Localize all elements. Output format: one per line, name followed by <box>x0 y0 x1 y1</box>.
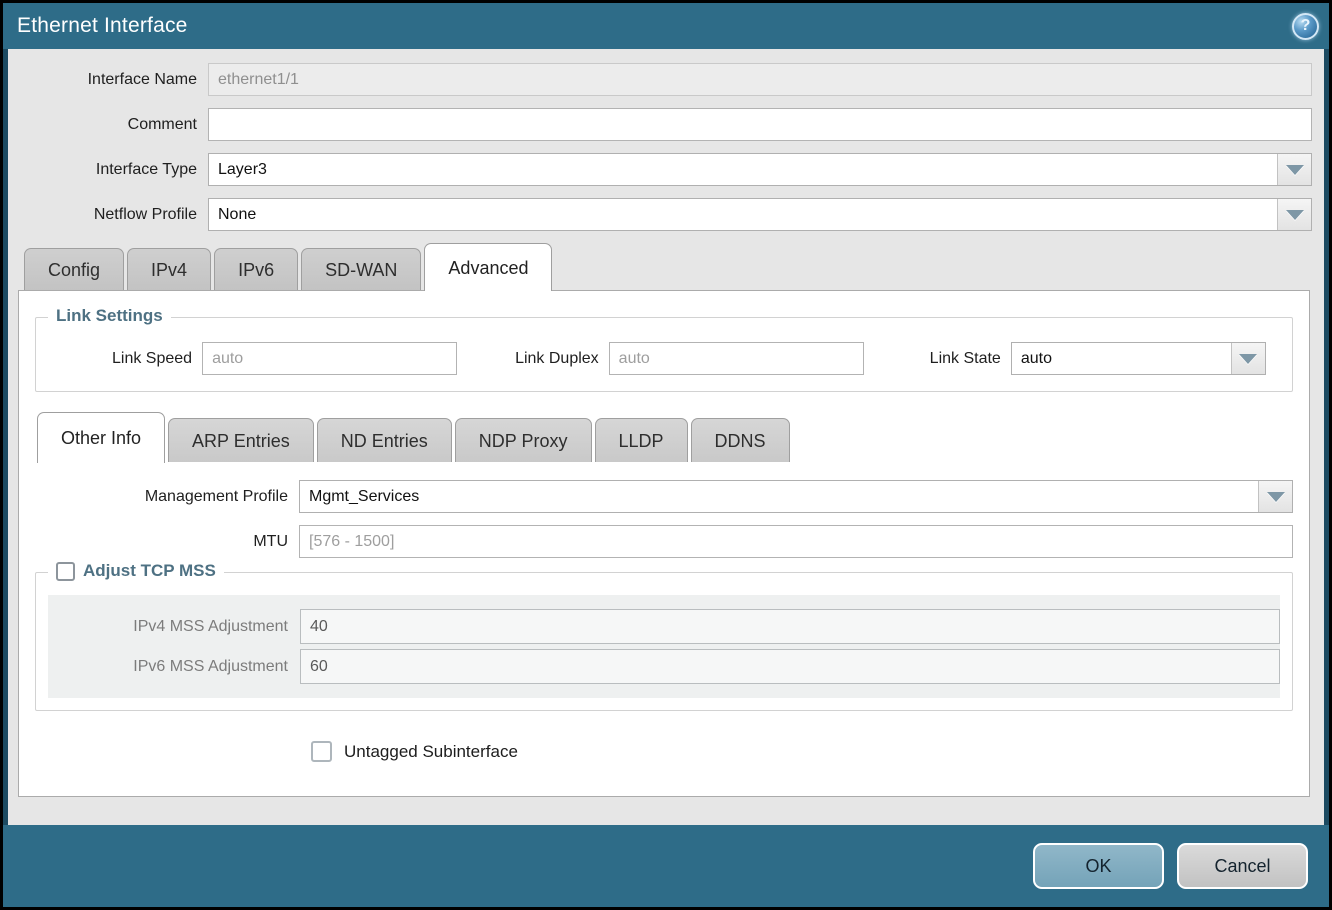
other-info-panel: Management Profile Mgmt_Services MTU Adj… <box>35 480 1293 762</box>
chevron-down-icon <box>1286 210 1304 220</box>
chevron-down-icon <box>1286 165 1304 175</box>
link-speed-label: Link Speed <box>112 350 202 368</box>
ok-button[interactable]: OK <box>1033 843 1164 889</box>
interface-type-label: Interface Type <box>18 161 208 179</box>
ipv6-mss-row: IPv6 MSS Adjustment <box>48 649 1280 684</box>
subtab-nd-entries[interactable]: ND Entries <box>317 418 452 462</box>
untagged-subinterface-label: Untagged Subinterface <box>344 742 518 762</box>
link-duplex-label: Link Duplex <box>515 350 609 368</box>
link-state-group: Link State auto <box>930 342 1266 375</box>
adjust-tcp-mss-legend-text: Adjust TCP MSS <box>83 561 216 581</box>
netflow-profile-row: Netflow Profile None <box>18 198 1312 231</box>
link-settings-fieldset: Link Settings Link Speed Link Duplex Lin… <box>35 317 1293 392</box>
tab-config[interactable]: Config <box>24 248 124 290</box>
interface-name-row: Interface Name <box>18 63 1312 96</box>
cancel-button[interactable]: Cancel <box>1177 843 1308 889</box>
interface-type-dropdown[interactable]: Layer3 <box>208 153 1312 186</box>
subtab-arp-entries[interactable]: ARP Entries <box>168 418 314 462</box>
link-duplex-group: Link Duplex <box>515 342 864 375</box>
management-profile-dropdown-button[interactable] <box>1258 481 1292 512</box>
netflow-profile-value: None <box>209 199 1277 230</box>
tab-sdwan[interactable]: SD-WAN <box>301 248 421 290</box>
adjust-tcp-mss-checkbox[interactable] <box>56 562 75 581</box>
interface-name-label: Interface Name <box>18 71 208 89</box>
titlebar: Ethernet Interface ? <box>3 3 1329 49</box>
untagged-subinterface-row: Untagged Subinterface <box>311 741 1293 762</box>
ethernet-interface-dialog: Ethernet Interface ? Interface Name Comm… <box>0 0 1332 910</box>
link-speed-input[interactable] <box>202 342 457 375</box>
ipv4-mss-row: IPv4 MSS Adjustment <box>48 609 1280 644</box>
interface-type-value: Layer3 <box>209 154 1277 185</box>
help-icon[interactable]: ? <box>1292 13 1319 40</box>
subtab-ndp-proxy[interactable]: NDP Proxy <box>455 418 592 462</box>
dialog-footer: OK Cancel <box>3 825 1329 907</box>
mtu-input[interactable] <box>299 525 1293 558</box>
ipv6-mss-label: IPv6 MSS Adjustment <box>48 658 300 676</box>
mtu-row: MTU <box>35 525 1293 558</box>
untagged-subinterface-checkbox[interactable] <box>311 741 332 762</box>
mss-panel: IPv4 MSS Adjustment IPv6 MSS Adjustment <box>48 595 1280 698</box>
tab-ipv6[interactable]: IPv6 <box>214 248 298 290</box>
advanced-panel: Link Settings Link Speed Link Duplex Lin… <box>18 290 1310 797</box>
subtab-other-info[interactable]: Other Info <box>37 412 165 463</box>
ipv4-mss-label: IPv4 MSS Adjustment <box>48 618 300 636</box>
ipv6-mss-input <box>300 649 1280 684</box>
interface-type-row: Interface Type Layer3 <box>18 153 1312 186</box>
netflow-profile-dropdown-button[interactable] <box>1277 199 1311 230</box>
netflow-profile-label: Netflow Profile <box>18 206 208 224</box>
tab-ipv4[interactable]: IPv4 <box>127 248 211 290</box>
interface-name-field <box>208 63 1312 96</box>
management-profile-row: Management Profile Mgmt_Services <box>35 480 1293 513</box>
netflow-profile-dropdown[interactable]: None <box>208 198 1312 231</box>
management-profile-dropdown[interactable]: Mgmt_Services <box>299 480 1293 513</box>
adjust-tcp-mss-legend: Adjust TCP MSS <box>48 561 224 581</box>
link-state-dropdown-button[interactable] <box>1231 343 1265 374</box>
link-settings-legend: Link Settings <box>48 306 171 326</box>
adjust-tcp-mss-fieldset: Adjust TCP MSS IPv4 MSS Adjustment IPv6 … <box>35 572 1293 711</box>
management-profile-value: Mgmt_Services <box>300 481 1258 512</box>
comment-field[interactable] <box>208 108 1312 141</box>
ipv4-mss-input <box>300 609 1280 644</box>
management-profile-label: Management Profile <box>35 488 299 506</box>
chevron-down-icon <box>1267 492 1285 502</box>
sub-tabstrip: Other Info ARP Entries ND Entries NDP Pr… <box>35 412 1293 462</box>
link-settings-row: Link Speed Link Duplex Link State auto <box>50 342 1278 375</box>
subtab-ddns[interactable]: DDNS <box>691 418 790 462</box>
dialog-title: Ethernet Interface <box>17 14 1292 38</box>
link-state-dropdown[interactable]: auto <box>1011 342 1266 375</box>
mtu-label: MTU <box>35 533 299 551</box>
comment-row: Comment <box>18 108 1312 141</box>
comment-label: Comment <box>18 116 208 134</box>
subtab-lldp[interactable]: LLDP <box>595 418 688 462</box>
link-state-label: Link State <box>930 350 1011 368</box>
tab-advanced[interactable]: Advanced <box>424 243 552 291</box>
link-speed-group: Link Speed <box>112 342 457 375</box>
main-tabstrip: Config IPv4 IPv6 SD-WAN Advanced <box>18 243 1312 290</box>
link-state-value: auto <box>1012 343 1231 374</box>
link-duplex-input[interactable] <box>609 342 864 375</box>
dialog-body: Interface Name Comment Interface Type La… <box>8 49 1324 825</box>
chevron-down-icon <box>1239 354 1257 364</box>
interface-type-dropdown-button[interactable] <box>1277 154 1311 185</box>
